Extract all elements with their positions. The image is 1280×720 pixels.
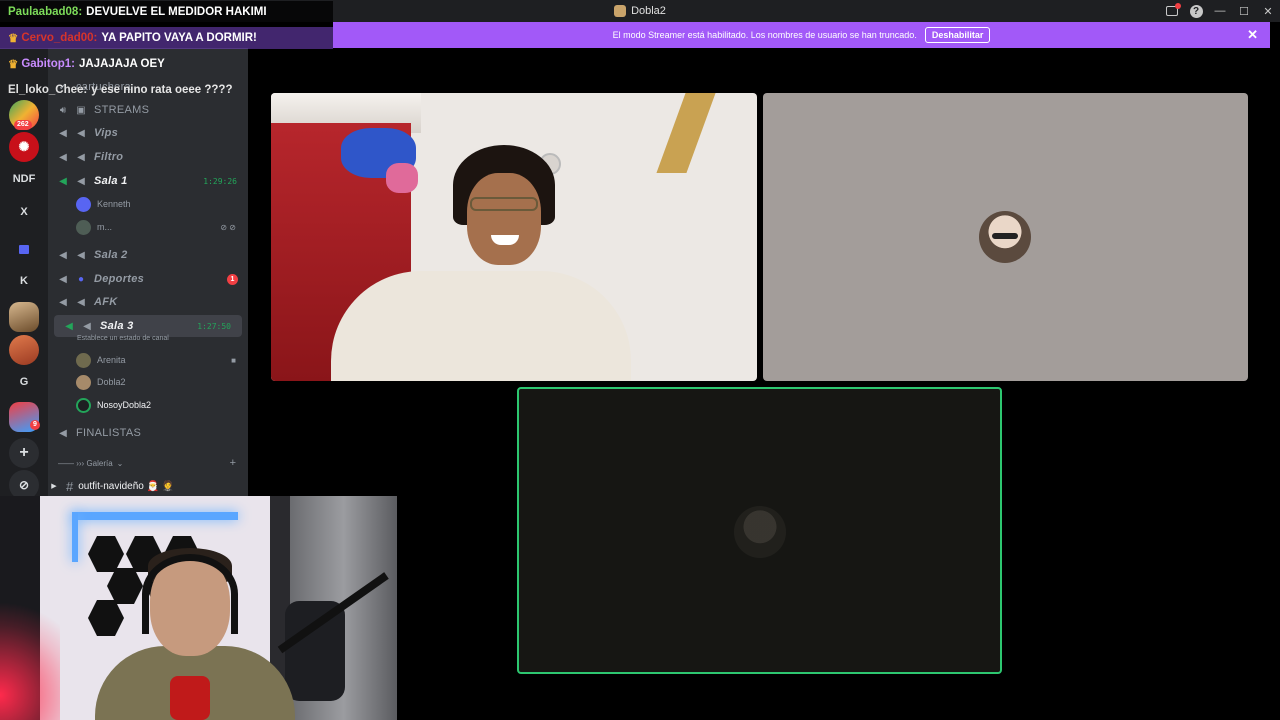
volume-icon: ◀︎ [59, 127, 67, 139]
channel-filtro[interactable]: ◀︎ ◀︎ Filtro [48, 146, 248, 168]
server-rail: 262 ✺ NDF X K G 9 + ⊘ [0, 48, 48, 500]
help-icon[interactable]: ? [1184, 0, 1208, 22]
volume-icon: 🔊︎ [59, 104, 67, 116]
speaker-icon: ◀︎ [77, 151, 85, 163]
channel-vips[interactable]: ◀︎ ◀︎ Vips [48, 122, 248, 144]
speaker-icon: ◀︎ [77, 127, 85, 139]
add-channel-icon[interactable]: + [230, 457, 236, 469]
channel-list: ✓ cartuchera 🔊︎ ▣ STREAMS ◀︎ ◀︎ Vips ◀︎ ◀︎ F… [48, 48, 248, 500]
avatar [76, 352, 91, 368]
chat-text: YA PAPITO VAYA A DORMIR! [101, 32, 257, 44]
speaker-icon: ◀︎ [77, 175, 85, 187]
avatar [76, 397, 91, 413]
server-icon-photo-2[interactable] [9, 335, 39, 365]
hash-icon: # [66, 478, 74, 494]
server-ndf[interactable]: NDF [9, 164, 39, 194]
close-banner-icon[interactable]: ✕ [1247, 27, 1258, 43]
server-badge-count: 262 [14, 120, 32, 130]
window-title: Dobla2 [614, 5, 666, 17]
active-volume-icon: ◀︎ [65, 320, 73, 332]
speaker-icon: ◀︎ [77, 296, 85, 308]
channel-sala-3[interactable]: ◀︎ ◀︎ Sala 3 1:27:50 [54, 315, 242, 337]
title-bar: Dobla2 ? — ☐ ✕ [0, 0, 1280, 22]
voice-user[interactable]: m... ⊘ ⊘ [76, 216, 242, 238]
maximize-button[interactable]: ☐ [1232, 0, 1256, 22]
streamer-webcam [0, 496, 397, 720]
video-tile-speaking[interactable] [517, 387, 1002, 674]
channel-finalistas[interactable]: ◀︎ FINALISTAS [48, 422, 248, 444]
voice-user[interactable]: Arenita ■ [76, 349, 242, 371]
chevron-down-icon: ⌄ [116, 459, 124, 468]
inbox-icon[interactable] [1160, 0, 1184, 22]
minimize-button[interactable]: — [1208, 0, 1232, 22]
video-tile-avatar[interactable] [763, 93, 1248, 381]
avatar [76, 219, 91, 235]
volume-icon: ◀︎ [59, 427, 67, 439]
category-galeria[interactable]: —— ››› Galería ⌄ [58, 459, 123, 468]
volume-icon: ◀︎ [59, 249, 67, 261]
streamer-mode-banner: El modo Streamer está habilitado. Los no… [333, 22, 1270, 48]
voice-user-speaking[interactable]: NosoyDobla2 [76, 394, 242, 416]
server-k[interactable]: K [9, 266, 39, 296]
server-icon-photo[interactable] [9, 302, 39, 332]
channel-sala-1[interactable]: ◀︎ ◀︎ Sala 1 1:29:26 [48, 170, 248, 192]
window-controls: ? — ☐ ✕ [1160, 0, 1280, 22]
server-g[interactable]: G [9, 367, 39, 397]
channel-streams[interactable]: 🔊︎ ▣ STREAMS [48, 99, 248, 121]
add-server-icon[interactable]: + [9, 438, 39, 468]
volume-icon: ◀︎ [59, 273, 67, 285]
folder-icon[interactable] [9, 234, 39, 264]
window-title-text: Dobla2 [631, 5, 666, 17]
chat-user: Cervo_dad00: [21, 32, 98, 44]
crown-icon: ♛ [8, 33, 19, 45]
channel-sala-2[interactable]: ◀︎ ◀︎ Sala 2 [48, 244, 248, 266]
call-duration: 1:29:26 [203, 176, 237, 186]
globe-icon: ● [77, 273, 85, 285]
avatar [76, 196, 91, 212]
screen: Dobla2 ? — ☐ ✕ El modo Streamer está hab… [0, 0, 1280, 720]
active-volume-icon: ◀︎ [59, 175, 67, 187]
speaker-icon: ◀︎ [83, 320, 91, 332]
voice-user[interactable]: Kenneth [76, 193, 242, 215]
chat-message: ♛ Cervo_dad00: YA PAPITO VAYA A DORMIR! [0, 27, 333, 49]
camera-icon: ▣ [76, 104, 86, 116]
server-x[interactable]: X [9, 197, 39, 227]
channel-afk[interactable]: ◀︎ ◀︎ AFK [48, 291, 248, 313]
chevron-right-icon: ▶ [51, 483, 57, 490]
voice-user[interactable]: Dobla2 [76, 371, 242, 393]
participant-avatar [734, 506, 786, 558]
disable-streamer-button[interactable]: Deshabilitar [924, 27, 991, 43]
volume-icon: ◀︎ [59, 151, 67, 163]
streamer-mode-text: El modo Streamer está habilitado. Los no… [612, 30, 917, 40]
spider-server-icon[interactable]: ✺ [9, 132, 39, 162]
close-window-button[interactable]: ✕ [1256, 0, 1280, 22]
participant-avatar [979, 211, 1031, 263]
text-channel-outfit[interactable]: ▶ # outfit-navideño 🎅 🤵 [48, 476, 248, 496]
avatar [76, 374, 91, 390]
mention-badge: 1 [227, 273, 238, 285]
app-icon [614, 5, 627, 17]
call-duration: 1:27:50 [197, 321, 231, 331]
channel-status-hint[interactable]: Establece un estado de canal [77, 335, 169, 342]
channel-deportes[interactable]: ◀︎ ● Deportes 1 [48, 268, 248, 290]
speaker-icon: ◀︎ [77, 249, 85, 261]
video-tile-camera[interactable] [271, 93, 757, 381]
server-badge-9: 9 [30, 420, 40, 430]
muted-icons: ⊘ ⊘ [220, 222, 236, 232]
channel-top-user[interactable]: ✓ cartuchera [48, 76, 248, 98]
video-icon: ■ [231, 355, 236, 365]
volume-icon: ◀︎ [59, 296, 67, 308]
